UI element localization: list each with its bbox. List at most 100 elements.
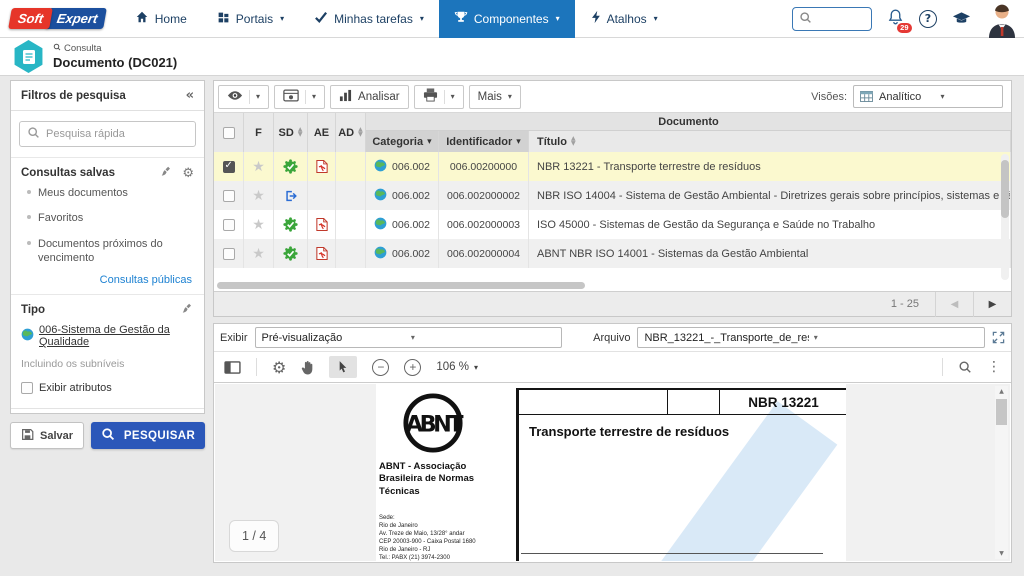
exibir-select[interactable]: Pré-visualização ▾ [254,327,563,348]
global-search-input[interactable] [792,6,872,31]
zoom-out-button[interactable]: − [372,358,390,376]
search-document-icon[interactable] [958,360,972,374]
sidebar-toggle-icon[interactable] [224,360,241,374]
checkbox-label: Exibir atributos [39,382,112,395]
star-icon[interactable]: ★ [252,159,265,175]
column-header-f[interactable]: F [244,113,274,152]
collapse-panel-button[interactable]: « [186,88,194,103]
softexpert-logo[interactable]: Soft Expert [8,8,108,29]
cell-titulo: NBR 13221 - Transporte terrestre de resí… [529,152,1011,181]
saved-query-item[interactable]: Favoritos [21,205,194,230]
column-header-ae[interactable]: AE [308,113,336,152]
document-code: NBR 13221 [748,394,819,410]
caret-down-icon: ▾ [312,92,317,101]
gear-icon[interactable]: ⚙ [272,358,286,377]
more-vertical-icon[interactable]: ⋮ [987,359,1001,375]
user-avatar[interactable] [986,2,1018,38]
select-tool-icon[interactable] [329,356,358,378]
save-button[interactable]: Salvar [10,422,85,449]
nav-item-label: Minhas tarefas [334,11,413,26]
clear-filter-icon[interactable] [161,166,173,180]
views-label: Visões: [811,90,847,103]
column-header-identificador[interactable]: Identificador ▾ [439,131,529,152]
learning-button[interactable] [952,11,971,26]
caret-down-icon: ▾ [940,92,945,101]
horizontal-scrollbar[interactable] [217,282,997,289]
nav-portais[interactable]: Portais ▾ [202,0,299,38]
notifications-button[interactable]: 29 [887,8,912,33]
public-queries-link[interactable]: Consultas públicas [21,270,194,288]
show-attributes-checkbox[interactable]: Exibir atributos [21,372,194,398]
preview-mode-button[interactable]: ▾ [274,84,326,109]
more-button[interactable]: Mais ▾ [468,84,521,109]
zoom-in-button[interactable]: + [404,358,422,376]
search-submit-button[interactable]: PESQUISAR [91,422,205,449]
star-icon[interactable]: ★ [252,188,265,204]
star-icon[interactable]: ★ [252,217,265,233]
column-header-titulo[interactable]: Título ▲ ▼ [529,131,1011,152]
saved-query-item[interactable]: Documentos próximos do vencimento [21,231,194,271]
pdf-scrollbar[interactable]: ▲ ▼ [995,386,1008,559]
view-document-button[interactable]: ▾ [218,84,270,109]
views-select[interactable]: Analítico ▾ [853,85,1003,108]
checkbox-icon[interactable] [222,126,235,139]
nav-atalhos[interactable]: Atalhos ▾ [575,0,673,38]
table-row[interactable]: ★ 006.002 006.00200000 NBR 13221 - Trans… [214,152,1011,181]
clear-filter-icon[interactable] [182,303,194,317]
caret-down-icon: ▾ [813,333,818,342]
zoom-level-select[interactable]: 106 % ▾ [436,361,478,373]
table-view-icon [860,91,873,102]
breadcrumb: Consulta [64,43,102,54]
scroll-down-icon[interactable]: ▼ [995,550,1008,557]
expand-preview-button[interactable] [992,331,1005,344]
analyze-button[interactable]: Analisar [330,84,409,109]
divider [521,553,823,554]
print-button[interactable]: ▾ [413,84,464,109]
scroll-up-icon[interactable]: ▲ [995,388,1008,395]
help-button[interactable]: ? [919,9,937,28]
hand-tool-icon[interactable] [301,360,314,375]
row-checkbox[interactable] [222,218,235,231]
table-row[interactable]: ★ 006.002 006.002000004 ABNT NBR ISO 140… [214,239,1011,268]
nav-minhas-tarefas[interactable]: Minhas tarefas ▾ [299,0,439,38]
prev-page-button[interactable]: ◀ [935,291,973,317]
scrollbar-thumb[interactable] [1001,160,1009,218]
vertical-scrollbar[interactable] [1001,154,1009,280]
status-released-icon [274,239,308,268]
gear-icon[interactable]: ⚙ [182,167,194,180]
scrollbar-thumb[interactable] [996,399,1007,425]
table-row[interactable]: ★ 006.002 006.002000002 NBR ISO 14004 - … [214,181,1011,210]
cell-identificador: 006.002000003 [439,210,529,239]
pdf-file-icon[interactable] [308,210,336,239]
pdf-page: ABNT ABNT - Associação Brasileira de Nor… [376,384,846,561]
checkbox-icon[interactable] [21,382,33,395]
pdf-file-icon[interactable] [308,239,336,268]
table-row[interactable]: ★ 006.002 006.002000003 ISO 45000 - Sist… [214,210,1011,239]
search-icon [53,43,61,54]
eye-icon [227,90,243,104]
nav-home[interactable]: Home [120,0,202,38]
document-title: Transporte terrestre de resíduos [529,424,730,439]
nav-componentes[interactable]: Componentes ▾ [438,0,575,38]
quick-search-input[interactable]: Pesquisa rápida [19,121,196,147]
caret-down-icon: ▾ [507,92,512,101]
column-header-ad[interactable]: AD ▲ ▼ [336,113,366,152]
row-checkbox[interactable] [222,189,235,202]
scrollbar-thumb[interactable] [217,282,585,289]
select-all-checkbox[interactable] [214,113,244,152]
group-header-documento: Documento [366,113,1011,131]
zoom-level-value: 106 % [436,361,469,373]
tipo-value-link[interactable]: 006-Sistema de Gestão da Qualidade [21,317,194,350]
next-page-button[interactable]: ▶ [973,291,1011,317]
column-header-sd[interactable]: SD ▲ ▼ [274,113,308,152]
page-title-block: Consulta Documento (DC021) [53,43,177,70]
globe-icon [21,328,34,344]
saved-query-item[interactable]: Meus documentos [21,180,194,205]
row-checkbox[interactable] [222,160,235,173]
row-checkbox[interactable] [222,247,235,260]
star-icon[interactable]: ★ [252,246,265,262]
arquivo-select[interactable]: NBR_13221_-_Transporte_de_residuos.pdf ▾ [637,327,985,348]
search-icon [799,11,812,27]
column-header-categoria[interactable]: Categoria ▾ [366,131,439,152]
pdf-file-icon[interactable] [308,152,336,181]
